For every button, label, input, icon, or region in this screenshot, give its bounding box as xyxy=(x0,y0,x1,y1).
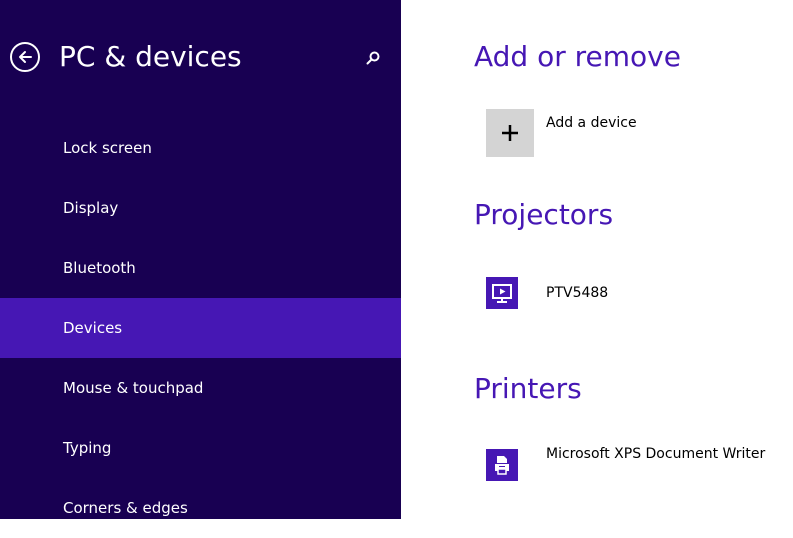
back-arrow-icon xyxy=(19,51,32,63)
main-content: Add or remove Add a device Projectors PT… xyxy=(401,0,793,519)
sidebar-item-devices[interactable]: Devices xyxy=(0,298,401,358)
sidebar-item-mouse-touchpad[interactable]: Mouse & touchpad xyxy=(0,358,401,418)
sidebar-nav: Lock screen Display Bluetooth Devices Mo… xyxy=(0,118,401,538)
sidebar-item-display[interactable]: Display xyxy=(0,178,401,238)
add-device-button[interactable] xyxy=(486,109,534,157)
projector-name[interactable]: PTV5488 xyxy=(546,285,608,301)
sidebar-item-typing[interactable]: Typing xyxy=(0,418,401,478)
section-title-projectors: Projectors xyxy=(474,198,614,231)
printer-name[interactable]: Microsoft XPS Document Writer xyxy=(546,446,765,462)
projector-tile[interactable] xyxy=(486,277,518,309)
sidebar-item-corners-edges[interactable]: Corners & edges xyxy=(0,478,401,538)
sidebar-item-bluetooth[interactable]: Bluetooth xyxy=(0,238,401,298)
back-button[interactable] xyxy=(10,42,40,72)
search-icon xyxy=(366,51,380,65)
printer-tile[interactable] xyxy=(486,449,518,481)
plus-icon xyxy=(502,125,518,141)
section-title-printers: Printers xyxy=(474,372,582,405)
add-device-label[interactable]: Add a device xyxy=(546,115,637,131)
section-title-add-remove: Add or remove xyxy=(474,40,681,73)
sidebar-item-lock-screen[interactable]: Lock screen xyxy=(0,118,401,178)
page-title: PC & devices xyxy=(59,40,242,73)
monitor-play-icon xyxy=(492,284,512,303)
search-button[interactable] xyxy=(360,45,386,71)
printer-icon xyxy=(495,456,509,475)
sidebar: PC & devices Lock screen Display Bluetoo… xyxy=(0,0,401,519)
